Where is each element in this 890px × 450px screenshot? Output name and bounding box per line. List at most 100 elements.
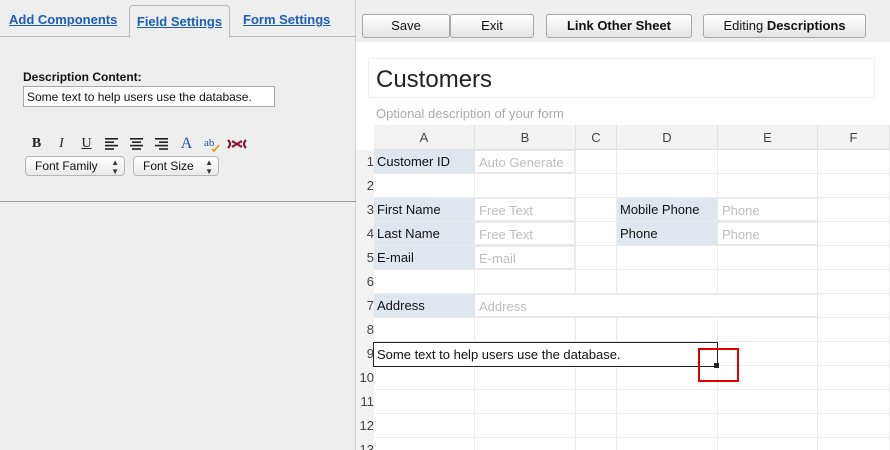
grid-cell[interactable] xyxy=(576,174,617,198)
grid-cell[interactable] xyxy=(576,150,617,174)
grid-cell[interactable] xyxy=(818,198,890,222)
grid-cell[interactable] xyxy=(818,414,890,438)
column-header[interactable]: B xyxy=(475,125,576,150)
grid-cell[interactable] xyxy=(576,390,617,414)
grid-cell[interactable] xyxy=(576,270,617,294)
grid-cell[interactable] xyxy=(475,366,576,390)
column-header[interactable]: A xyxy=(374,125,475,150)
column-header[interactable]: D xyxy=(617,125,718,150)
grid-cell[interactable] xyxy=(617,150,718,174)
grid-cell[interactable] xyxy=(818,342,890,366)
row-header[interactable]: 7 xyxy=(356,294,374,318)
column-header[interactable]: E xyxy=(718,125,818,150)
row-header[interactable]: 9 xyxy=(356,342,374,366)
grid-cell[interactable] xyxy=(718,390,818,414)
customer-id-field[interactable]: Auto Generate xyxy=(474,150,575,173)
resize-handle[interactable] xyxy=(714,363,719,368)
row-header[interactable]: 13 xyxy=(356,438,374,450)
grid-cell[interactable] xyxy=(374,270,475,294)
grid-cell[interactable] xyxy=(818,246,890,270)
first-name-label[interactable]: First Name xyxy=(374,198,474,221)
save-button[interactable]: Save xyxy=(362,14,450,38)
grid-cell[interactable] xyxy=(617,174,718,198)
grid-cell[interactable] xyxy=(374,174,475,198)
grid-cell[interactable] xyxy=(475,438,576,450)
grid-cell[interactable] xyxy=(718,366,818,390)
grid-cell[interactable] xyxy=(818,222,890,246)
grid-cell[interactable] xyxy=(718,342,818,366)
align-right-icon[interactable] xyxy=(149,134,174,154)
grid-cell[interactable] xyxy=(718,150,818,174)
grid-cell[interactable] xyxy=(818,174,890,198)
row-header[interactable]: 1 xyxy=(356,150,374,174)
row-header[interactable]: 12 xyxy=(356,414,374,438)
align-left-icon[interactable] xyxy=(99,134,124,154)
font-size-select[interactable]: Font Size ▲ ▼ xyxy=(133,156,219,176)
address-field[interactable]: Address xyxy=(474,294,818,317)
grid-cell[interactable] xyxy=(576,222,617,246)
grid-cell[interactable] xyxy=(718,414,818,438)
grid-cell[interactable] xyxy=(475,318,576,342)
last-name-label[interactable]: Last Name xyxy=(374,222,474,245)
grid-cell[interactable] xyxy=(576,246,617,270)
link-other-sheet-button[interactable]: Link Other Sheet xyxy=(546,14,692,38)
align-center-icon[interactable] xyxy=(124,134,149,154)
grid-cell[interactable] xyxy=(818,366,890,390)
text-color-button[interactable]: A xyxy=(174,134,199,154)
grid-cell[interactable] xyxy=(818,438,890,450)
column-header[interactable]: C xyxy=(576,125,617,150)
grid-cell[interactable] xyxy=(374,318,475,342)
row-header[interactable]: 6 xyxy=(356,270,374,294)
grid-cell[interactable] xyxy=(576,414,617,438)
row-header[interactable]: 10 xyxy=(356,366,374,390)
grid-cell[interactable] xyxy=(576,366,617,390)
grid-cell[interactable] xyxy=(576,198,617,222)
grid-cell[interactable] xyxy=(718,438,818,450)
grid-cell[interactable] xyxy=(576,318,617,342)
row-header[interactable]: 5 xyxy=(356,246,374,270)
first-name-field[interactable]: Free Text xyxy=(474,198,575,221)
description-cell[interactable]: Some text to help users use the database… xyxy=(373,342,718,367)
column-header[interactable]: F xyxy=(818,125,890,150)
tab-field-settings[interactable]: Field Settings xyxy=(129,5,230,38)
grid-cell[interactable] xyxy=(374,414,475,438)
grid-cell[interactable] xyxy=(818,294,890,318)
grid-cell[interactable] xyxy=(374,438,475,450)
unlink-icon[interactable] xyxy=(224,134,249,154)
font-family-select[interactable]: Font Family ▲ ▼ xyxy=(25,156,125,176)
grid-cell[interactable] xyxy=(718,246,818,270)
editing-descriptions-button[interactable]: Editing Descriptions xyxy=(703,14,866,38)
grid-cell[interactable] xyxy=(475,390,576,414)
grid-cell[interactable] xyxy=(818,270,890,294)
row-header[interactable]: 2 xyxy=(356,174,374,198)
grid-cell[interactable] xyxy=(617,438,718,450)
description-content-input[interactable] xyxy=(23,86,275,107)
phone-label[interactable]: Phone xyxy=(617,222,717,245)
underline-button[interactable]: U xyxy=(74,134,99,154)
grid-cell[interactable] xyxy=(475,414,576,438)
grid-cell[interactable] xyxy=(718,174,818,198)
bold-button[interactable]: B xyxy=(24,134,49,154)
mobile-phone-label[interactable]: Mobile Phone xyxy=(617,198,717,221)
phone-field[interactable]: Phone xyxy=(717,222,818,245)
grid-cell[interactable] xyxy=(617,246,718,270)
address-label[interactable]: Address xyxy=(374,294,474,317)
email-label[interactable]: E-mail xyxy=(374,246,474,269)
grid-cell[interactable] xyxy=(374,366,475,390)
grid-cell[interactable] xyxy=(475,270,576,294)
grid-cell[interactable] xyxy=(818,318,890,342)
grid-cell[interactable] xyxy=(576,438,617,450)
mobile-phone-field[interactable]: Phone xyxy=(717,198,818,221)
grid-cell[interactable] xyxy=(617,270,718,294)
grid-cell[interactable] xyxy=(617,414,718,438)
grid-cell[interactable] xyxy=(475,174,576,198)
tab-form-settings[interactable]: Form Settings xyxy=(243,6,330,37)
tab-add-components[interactable]: Add Components xyxy=(9,6,117,37)
last-name-field[interactable]: Free Text xyxy=(474,222,575,245)
grid-cell[interactable] xyxy=(818,390,890,414)
grid-cell[interactable] xyxy=(818,150,890,174)
row-header[interactable]: 3 xyxy=(356,198,374,222)
grid-cell[interactable] xyxy=(617,318,718,342)
row-header[interactable]: 11 xyxy=(356,390,374,414)
grid-cell[interactable] xyxy=(617,366,718,390)
